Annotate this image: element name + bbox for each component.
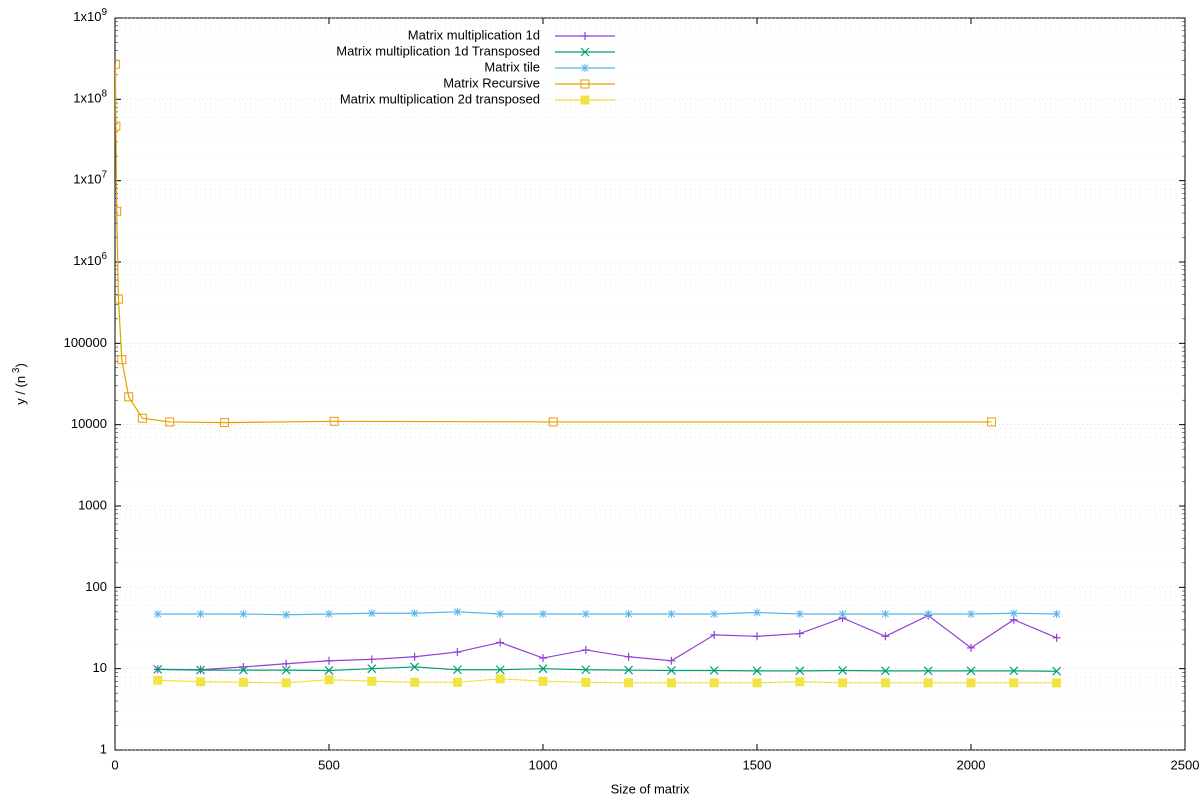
legend-label: Matrix multiplication 1d <box>408 27 540 42</box>
series-line <box>115 64 991 422</box>
y-tick-label: 10 <box>93 660 107 675</box>
legend-label: Matrix tile <box>484 59 540 74</box>
y-tick-label: 1x109 <box>73 7 107 25</box>
chart-container: 1101001000100001000001x1061x1071x1081x10… <box>0 0 1200 800</box>
x-tick-label: 1500 <box>743 757 772 772</box>
series-line <box>158 616 1057 670</box>
y-axis-label: y / (n 3) <box>11 363 28 405</box>
y-tick-label: 100000 <box>64 335 107 350</box>
y-tick-label: 10000 <box>71 416 107 431</box>
y-tick-label: 1x107 <box>73 169 107 187</box>
y-tick-label: 1x108 <box>73 88 107 106</box>
legend-label: Matrix multiplication 1d Transposed <box>336 43 540 58</box>
x-tick-label: 2500 <box>1171 757 1200 772</box>
x-axis-label: Size of matrix <box>611 781 690 796</box>
y-tick-label: 1000 <box>78 497 107 512</box>
chart-svg: 1101001000100001000001x1061x1071x1081x10… <box>0 0 1200 800</box>
y-tick-label: 1 <box>100 741 107 756</box>
series-line <box>158 679 1057 683</box>
legend-label: Matrix Recursive <box>443 75 540 90</box>
x-tick-label: 0 <box>111 757 118 772</box>
legend-label: Matrix multiplication 2d transposed <box>340 91 540 106</box>
x-tick-label: 1000 <box>529 757 558 772</box>
x-tick-label: 2000 <box>957 757 986 772</box>
series-line <box>158 667 1057 671</box>
y-tick-label: 100 <box>85 579 107 594</box>
y-tick-label: 1x106 <box>73 251 107 269</box>
x-tick-label: 500 <box>318 757 340 772</box>
series-line <box>158 612 1057 615</box>
